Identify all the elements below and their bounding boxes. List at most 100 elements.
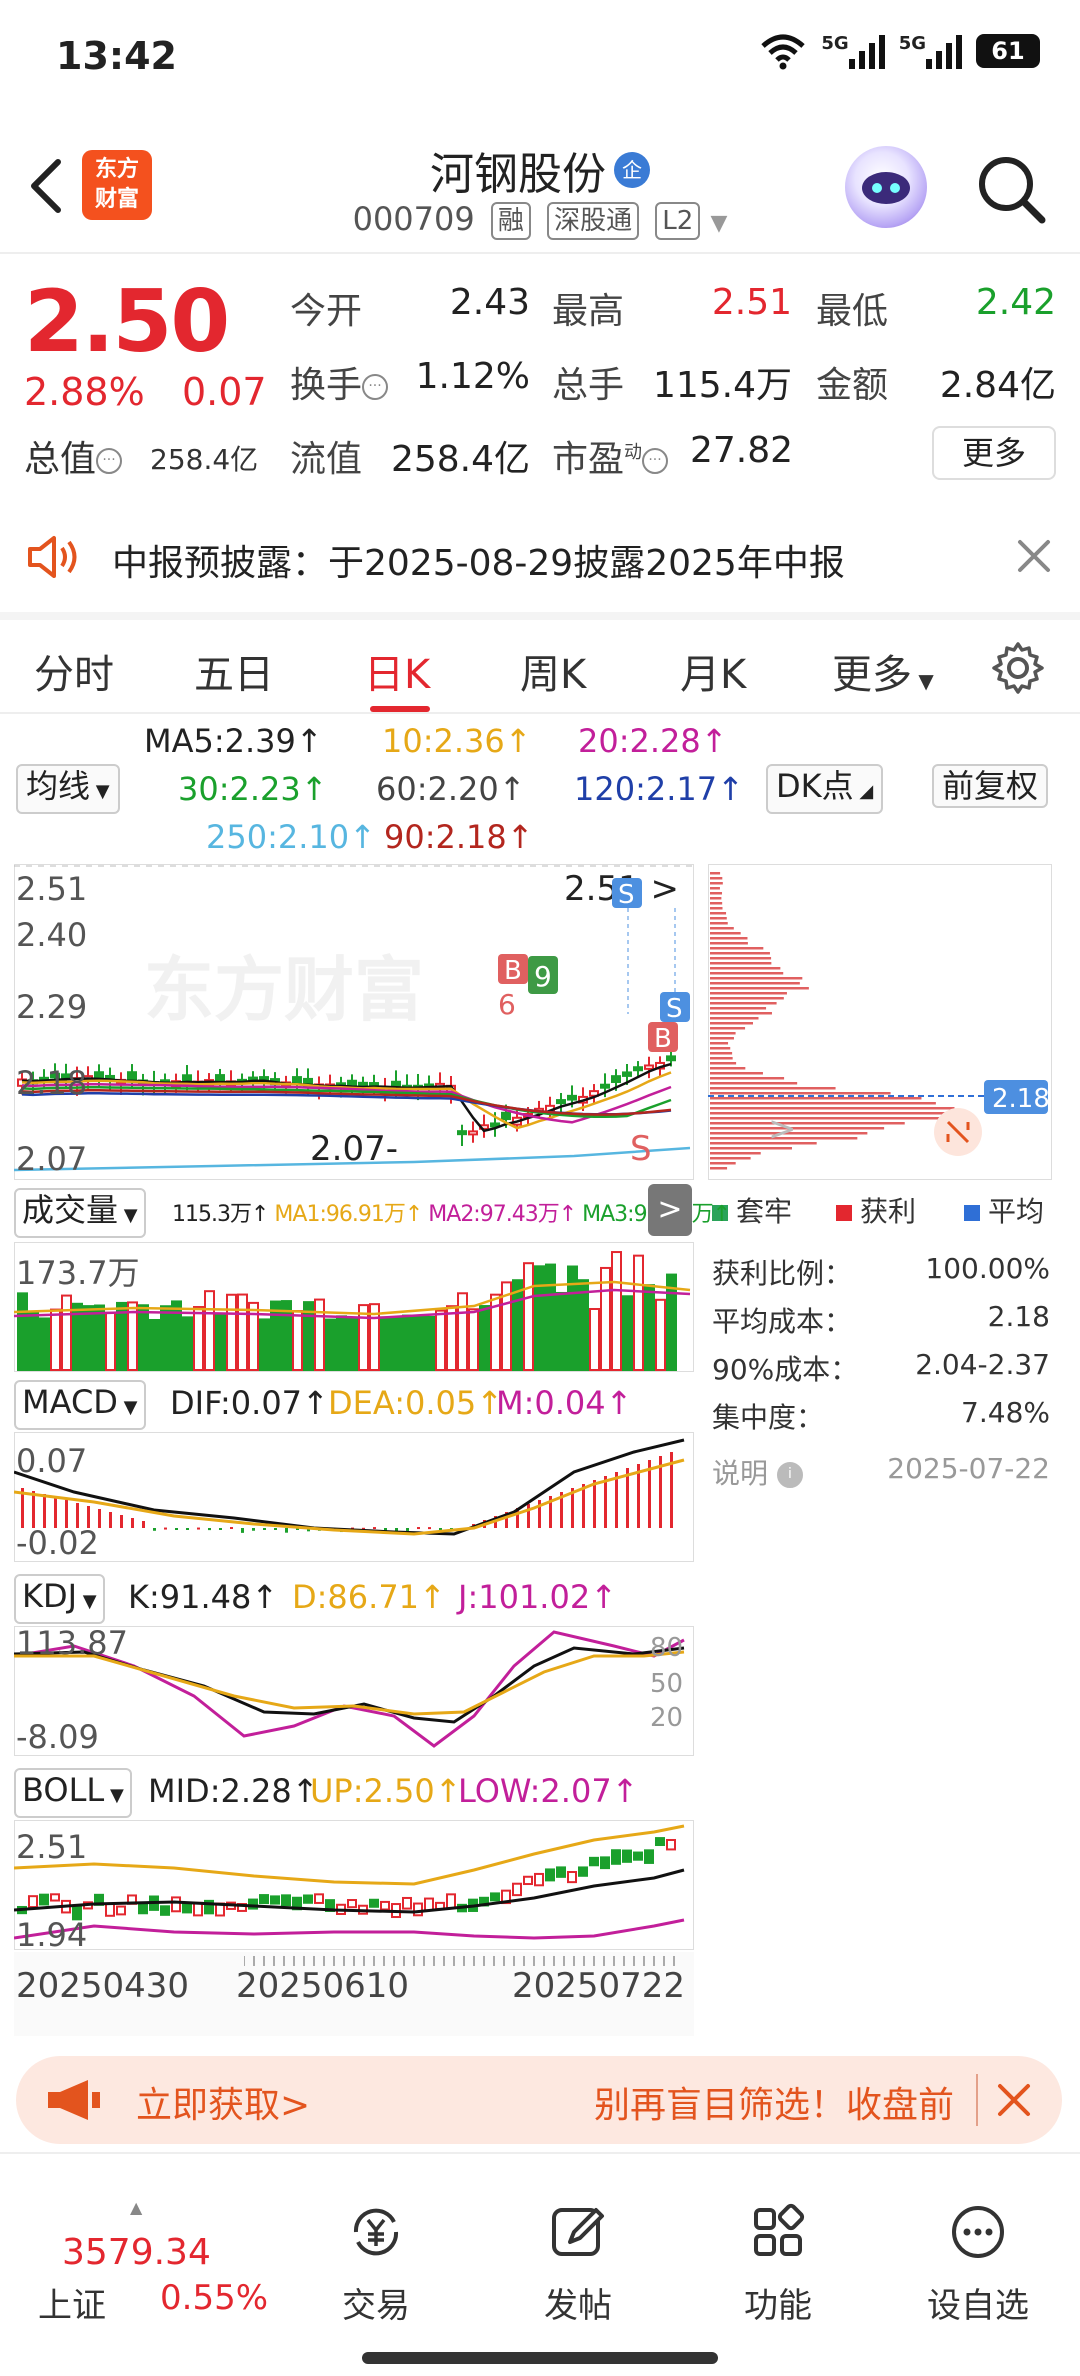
- caret-up-icon: ▲: [130, 2198, 143, 2217]
- volume-bar: [259, 1318, 270, 1371]
- open-label: 今开: [290, 291, 363, 332]
- note-link[interactable]: 说明 i: [712, 1452, 803, 1492]
- market-cap-label[interactable]: 总值 ···: [24, 430, 123, 482]
- chip-bar: [710, 1007, 767, 1010]
- tab-intraday[interactable]: 分时: [34, 642, 114, 700]
- volume-bar: [446, 1305, 457, 1371]
- svg-text:80: 80: [650, 1633, 683, 1663]
- volume-bar: [50, 1308, 61, 1371]
- svg-text:B: B: [654, 1024, 672, 1054]
- volume-chart[interactable]: 173.7万: [14, 1242, 694, 1372]
- chip-bar: [710, 997, 784, 1000]
- tab-five-day[interactable]: 五日: [194, 642, 274, 700]
- dk-point-button[interactable]: DK点 ◢: [766, 764, 884, 814]
- svg-text:S: S: [666, 994, 683, 1024]
- chip-bar: [710, 1082, 798, 1085]
- notice-banner[interactable]: 中报预披露：于2025-08-29披露2025年中报: [0, 506, 1080, 606]
- speaker-icon: [28, 536, 77, 578]
- concentration-value: 7.48%: [961, 1396, 1050, 1429]
- assistant-avatar[interactable]: [845, 146, 927, 228]
- nav-functions[interactable]: 功能: [708, 2202, 848, 2327]
- kline-chart[interactable]: 东方财富 2.51 2.40 2.29 2.18 2.07 2.51 > 2.0…: [14, 864, 694, 1180]
- chip-date: 2025-07-22: [887, 1452, 1050, 1485]
- boll-candle: [270, 1895, 280, 1905]
- nav-trade[interactable]: 交易: [306, 2202, 446, 2327]
- boll-chart[interactable]: 2.51 1.94: [14, 1820, 694, 1950]
- macd-bar: [197, 1527, 200, 1530]
- boll-candle: [655, 1837, 665, 1847]
- chip-bar: [710, 982, 800, 985]
- volume-bar: [193, 1306, 204, 1371]
- volume-bar: [17, 1292, 28, 1371]
- gear-icon[interactable]: [990, 640, 1046, 696]
- profit-ratio-value: 100.00%: [925, 1252, 1050, 1285]
- expand-panel-button[interactable]: >: [648, 1184, 692, 1236]
- chip-bar: [710, 972, 784, 975]
- adjust-button[interactable]: 前复权: [932, 764, 1049, 808]
- stock-header: 东方 财富 河钢股份企 000709 融 深股通 L2 ▼: [0, 120, 1080, 250]
- volume-bar: [556, 1291, 567, 1371]
- volume-bar: [402, 1314, 413, 1371]
- boll-candle: [589, 1856, 599, 1867]
- watermark: 东方财富: [144, 949, 424, 1031]
- chip-bar: [710, 1122, 905, 1125]
- close-icon[interactable]: [1012, 534, 1056, 578]
- macd-bar: [230, 1527, 233, 1530]
- more-quote-button[interactable]: 更多: [932, 426, 1056, 480]
- promo-cta[interactable]: 立即获取>: [136, 2076, 310, 2128]
- boll-candle: [424, 1897, 434, 1912]
- index-value[interactable]: 3579.34: [62, 2232, 211, 2273]
- pe-label[interactable]: 市盈动 ···: [552, 430, 669, 482]
- chip-bar: [710, 1142, 817, 1145]
- macd-bar: [164, 1527, 167, 1530]
- boll-candle: [512, 1882, 522, 1897]
- boll-candle: [413, 1902, 423, 1917]
- boll-candle: [644, 1849, 654, 1864]
- volume-bar: [149, 1318, 160, 1372]
- boll-candle: [490, 1892, 500, 1902]
- macd-chart[interactable]: 0.07 -0.02: [14, 1432, 694, 1562]
- chip-bar: [710, 957, 772, 960]
- chip-bar: [710, 907, 723, 910]
- macd-bar: [175, 1528, 178, 1530]
- volume-bar: [457, 1292, 468, 1371]
- macd-bar: [32, 1491, 35, 1528]
- tab-monthly-k[interactable]: 月K: [680, 642, 746, 700]
- tag-connect: 深股通: [547, 202, 640, 240]
- boll-selector[interactable]: BOLL ▼: [14, 1768, 132, 1818]
- boll-candle: [39, 1893, 49, 1906]
- macd-bar: [373, 1527, 376, 1530]
- nine-turn-count: 6: [498, 988, 516, 1021]
- volume-bar: [347, 1317, 358, 1372]
- tab-more[interactable]: 更多 ▼: [832, 642, 934, 700]
- volume-bar: [655, 1298, 666, 1371]
- ma-selector[interactable]: 均线 ▼: [16, 764, 120, 814]
- boll-candle: [116, 1905, 126, 1916]
- info-dots-icon: ···: [362, 374, 389, 400]
- search-icon[interactable]: [972, 150, 1052, 230]
- macd-selector[interactable]: MACD ▼: [14, 1380, 146, 1430]
- nav-post[interactable]: 发帖: [508, 2202, 648, 2327]
- avg-cost-value: 2.18: [987, 1300, 1050, 1333]
- candle: [457, 1130, 467, 1136]
- bottom-bar: ▲ 3579.34 上证 0.55% 交易 发帖 功能 设自选: [0, 2152, 1080, 2376]
- boll-up: UP:2.50↑: [310, 1772, 462, 1810]
- volume-selector[interactable]: 成交量 ▼: [14, 1188, 146, 1238]
- chip-bar: [710, 987, 809, 990]
- chevron-right-icon[interactable]: >: [768, 1109, 797, 1149]
- chip-bar: [710, 882, 723, 885]
- home-indicator[interactable]: [362, 2352, 718, 2364]
- promo-banner[interactable]: 立即获取> 别再盲目筛选！收盘前: [16, 2056, 1062, 2144]
- turnover-label[interactable]: 换手 ···: [290, 356, 389, 408]
- tab-daily-k[interactable]: 日K: [364, 642, 430, 700]
- kdj-chart[interactable]: 113.87 -8.09 80 50 20: [14, 1626, 694, 1756]
- macd-dea: DEA:0.05↑: [328, 1384, 504, 1422]
- header-divider: [0, 252, 1080, 254]
- chip-distribution-chart[interactable]: 2.18 >: [708, 864, 1052, 1180]
- nav-add-watchlist[interactable]: 设自选: [908, 2202, 1048, 2327]
- tab-weekly-k[interactable]: 周K: [520, 642, 586, 700]
- close-icon[interactable]: [994, 2080, 1034, 2120]
- macd-bar: [274, 1528, 277, 1530]
- kdj-selector[interactable]: KDJ ▼: [14, 1574, 105, 1624]
- svg-text:50: 50: [650, 1669, 683, 1699]
